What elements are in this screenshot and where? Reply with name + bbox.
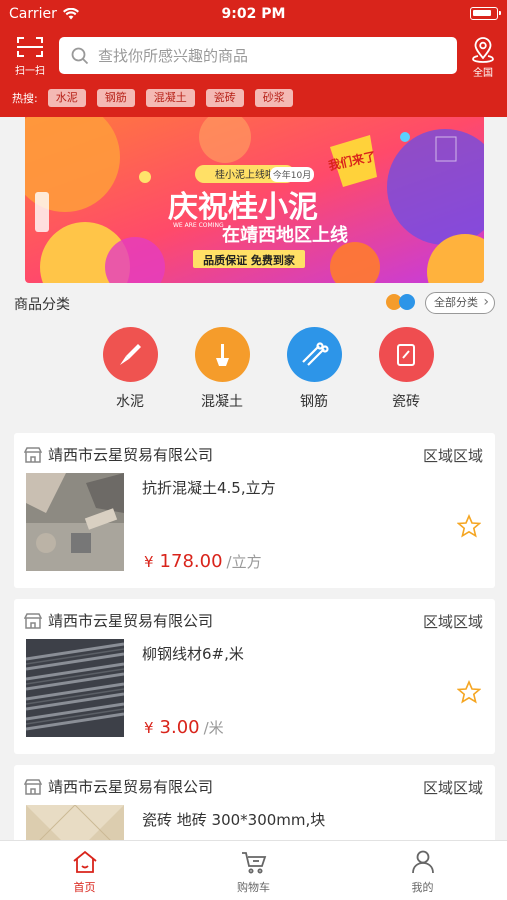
user-icon — [411, 850, 434, 874]
banner-tag: 桂小泥上线啦 — [215, 168, 275, 181]
region-label: 区域区域 — [422, 779, 483, 797]
category-name: 混凝土 — [201, 394, 243, 410]
category-rebar[interactable]: 钢筋 — [268, 327, 360, 411]
banner-small-en: WE ARE COMING — [173, 222, 224, 229]
shop-name: 靖西市云星贸易有限公司 — [48, 446, 214, 464]
currency-symbol: ¥ — [144, 553, 154, 571]
search-icon — [71, 47, 89, 64]
hot-search-label: 热搜: — [12, 92, 38, 105]
hot-tag-cement[interactable]: 水泥 — [47, 89, 86, 107]
battery-icon — [470, 7, 501, 20]
shop-row[interactable]: 靖西市云星贸易有限公司 — [24, 610, 213, 631]
hot-tag-concrete[interactable]: 混凝土 — [145, 89, 195, 107]
shop-name: 靖西市云星贸易有限公司 — [48, 612, 214, 630]
product-name: 瓷砖 地砖 300*300mm,块 — [142, 811, 326, 829]
scan-icon — [17, 37, 43, 57]
chat-badge-icon — [399, 294, 415, 310]
location-pin-icon — [472, 37, 494, 63]
favorite-button[interactable] — [456, 513, 482, 542]
product-image[interactable] — [26, 805, 124, 845]
search-input[interactable] — [98, 46, 418, 65]
product-image[interactable] — [26, 473, 124, 571]
banner-subhead: 在靖西地区上线 — [222, 224, 348, 246]
location-label: 全国 — [473, 68, 493, 79]
category-concrete[interactable]: 混凝土 — [176, 327, 268, 411]
product-card[interactable]: 靖西市云星贸易有限公司 区域区域 柳钢线材6#,米 ¥3.00/米 — [14, 599, 495, 754]
shop-icon — [24, 778, 42, 795]
price: ¥3.00/米 — [144, 717, 224, 738]
banner-headline: 庆祝桂小泥 — [168, 190, 318, 225]
banner-tag-date: 今年10月 — [273, 169, 311, 181]
tab-label: 首页 — [73, 881, 96, 894]
shop-name: 靖西市云星贸易有限公司 — [48, 778, 214, 796]
category-title: 商品分类 — [14, 297, 70, 313]
category-name: 钢筋 — [300, 394, 328, 410]
category-badges — [386, 294, 415, 310]
category-name: 水泥 — [116, 394, 144, 410]
hot-tag-rebar[interactable]: 钢筋 — [96, 89, 135, 107]
home-icon — [72, 850, 97, 873]
hot-tag-mortar[interactable]: 砂浆 — [254, 89, 293, 107]
promo-banner[interactable]: 我们来了 桂小泥上线啦 今年10月 庆祝桂小泥 WE ARE COMING 在靖… — [25, 117, 484, 283]
hot-search-row: 热搜: 水泥 钢筋 混凝土 瓷砖 砂浆 — [12, 89, 304, 107]
category-name: 瓷砖 — [392, 394, 420, 410]
tab-bar: 首页 购物车 我的 — [0, 840, 507, 900]
shop-row[interactable]: 靖西市云星贸易有限公司 — [24, 776, 213, 797]
trowel-icon — [102, 327, 158, 382]
favorite-button[interactable] — [456, 679, 482, 708]
location-button[interactable]: 全国 — [466, 37, 500, 79]
region-label: 区域区域 — [422, 613, 483, 631]
tab-home[interactable]: 首页 — [0, 841, 169, 900]
search-bar[interactable] — [59, 37, 457, 74]
category-cement[interactable]: 水泥 — [84, 327, 176, 411]
banner-artwork: 我们来了 桂小泥上线啦 今年10月 庆祝桂小泥 WE ARE COMING 在靖… — [25, 117, 484, 283]
status-bar: Carrier 9:02 PM — [0, 0, 507, 28]
tab-label: 我的 — [411, 881, 434, 894]
shovel-icon — [194, 327, 250, 382]
rebar-icon — [286, 327, 342, 382]
product-name: 抗折混凝土4.5,立方 — [142, 479, 276, 497]
tab-label: 购物车 — [237, 881, 270, 894]
shop-icon — [24, 446, 42, 463]
scan-label: 扫一扫 — [15, 66, 45, 77]
tab-profile[interactable]: 我的 — [338, 841, 507, 900]
all-categories-button[interactable]: 全部分类 — [425, 292, 495, 314]
region-label: 区域区域 — [422, 447, 483, 465]
price-value: 178.00 — [159, 551, 223, 572]
product-name: 柳钢线材6#,米 — [142, 645, 244, 663]
shop-icon — [24, 612, 42, 629]
currency-symbol: ¥ — [144, 719, 154, 737]
product-card[interactable]: 靖西市云星贸易有限公司 区域区域 抗折混凝土4.5,立方 ¥178.00/立方 — [14, 433, 495, 588]
shop-row[interactable]: 靖西市云星贸易有限公司 — [24, 444, 213, 465]
scan-button[interactable]: 扫一扫 — [12, 36, 48, 77]
price-unit: /米 — [203, 719, 224, 737]
star-icon — [456, 513, 482, 538]
banner-slogan: 品质保证 免费到家 — [203, 253, 296, 267]
category-tile[interactable]: 瓷砖 — [360, 327, 452, 411]
hot-tag-tile[interactable]: 瓷砖 — [205, 89, 244, 107]
product-image[interactable] — [26, 639, 124, 737]
category-grid: 水泥 混凝土 钢筋 瓷砖 — [84, 327, 452, 411]
tab-cart[interactable]: 购物车 — [169, 841, 338, 900]
price: ¥178.00/立方 — [144, 551, 262, 572]
tile-icon — [378, 327, 434, 382]
cart-icon — [241, 852, 266, 874]
app-header: Carrier 9:02 PM 扫一扫 全国 热搜: 水泥 钢筋 混凝土 瓷砖 … — [0, 0, 507, 117]
price-value: 3.00 — [159, 717, 200, 738]
price-unit: /立方 — [226, 553, 262, 571]
clock: 9:02 PM — [221, 6, 286, 22]
product-card[interactable]: 靖西市云星贸易有限公司 区域区域 瓷砖 地砖 300*300mm,块 — [14, 765, 495, 845]
star-icon — [456, 679, 482, 704]
